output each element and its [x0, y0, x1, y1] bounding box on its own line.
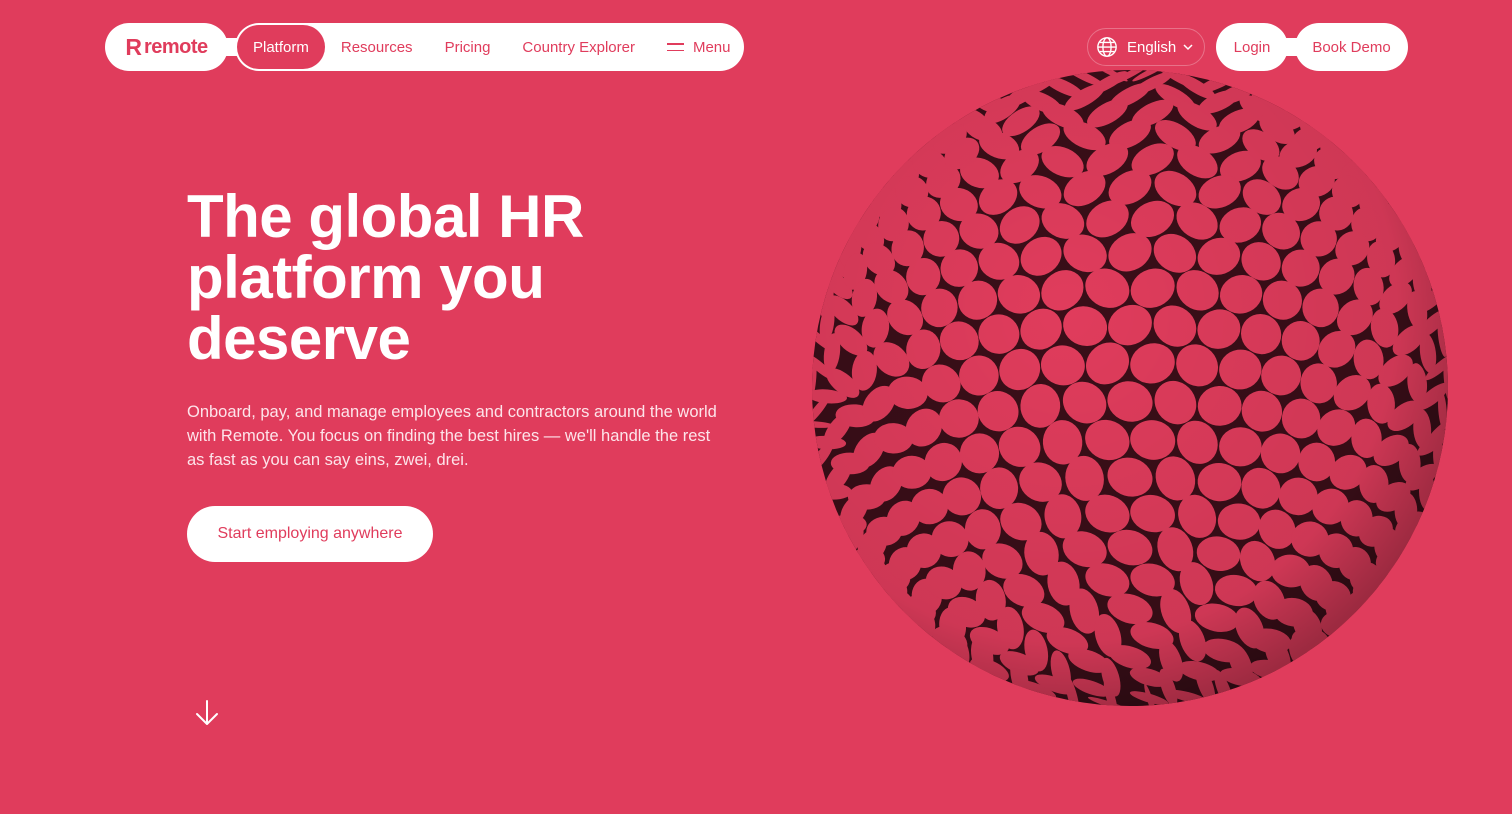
hero-title-line: platform you: [187, 244, 545, 311]
main-nav: Platform Resources Pricing Country Explo…: [235, 23, 744, 71]
chevron-down-icon: [1183, 44, 1193, 51]
globe-icon: [1097, 37, 1117, 57]
remote-logo-wordmark: remote: [143, 36, 208, 58]
hero-title: The global HR platform you deserve: [187, 186, 747, 369]
nav-item-platform[interactable]: Platform: [237, 25, 325, 69]
nav-item-country-explorer[interactable]: Country Explorer: [506, 25, 651, 69]
hero-title-line: deserve: [187, 305, 411, 372]
arrow-down-icon[interactable]: [192, 698, 222, 728]
sphere-shading: [812, 70, 1448, 706]
remote-logo[interactable]: R remote: [105, 23, 228, 71]
language-selector[interactable]: English: [1087, 28, 1205, 66]
nav-item-resources[interactable]: Resources: [325, 25, 429, 69]
language-label: English: [1127, 38, 1177, 56]
hamburger-icon: [666, 42, 684, 52]
nav-menu-button[interactable]: Menu: [651, 25, 733, 69]
hero-title-line: The global HR: [187, 183, 584, 250]
book-demo-button[interactable]: Book Demo: [1295, 23, 1408, 71]
landing-page: R remote Platform Resources Pricing Coun…: [0, 0, 1512, 814]
start-employing-button[interactable]: Start employing anywhere: [187, 506, 433, 562]
nav-item-pricing[interactable]: Pricing: [429, 25, 507, 69]
hero-subtitle: Onboard, pay, and manage employees and c…: [187, 403, 717, 469]
remote-logo-mark: R: [125, 33, 142, 60]
knit-sphere-illustration: [812, 70, 1448, 706]
nav-menu-label: Menu: [692, 38, 731, 56]
